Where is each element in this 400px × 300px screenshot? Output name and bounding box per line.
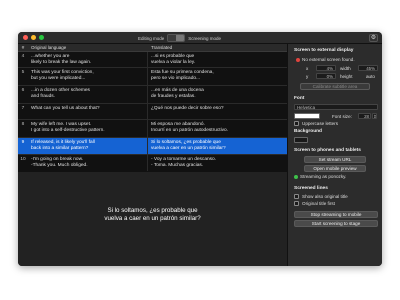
col-number-header: # — [21, 45, 25, 50]
start-screening-stage-button[interactable]: Start screening to stage — [294, 220, 378, 227]
font-color-swatch[interactable] — [294, 113, 320, 119]
minimize-window-button[interactable] — [31, 35, 36, 40]
close-window-button[interactable] — [23, 35, 28, 40]
translated-cell[interactable]: - Voy a tomarme un descanso. - Toma. Muc… — [148, 155, 287, 171]
original-cell[interactable]: -I'm going on break now. -Thank you. Muc… — [28, 155, 148, 171]
traffic-lights — [23, 35, 44, 40]
col-translated-header[interactable]: Translated — [148, 45, 287, 50]
zoom-window-button[interactable] — [39, 35, 44, 40]
title-bar: Editing mode Screening mode ⚙ — [18, 32, 382, 44]
mode-switcher: Editing mode Screening mode — [138, 34, 221, 42]
y-label: y — [306, 74, 309, 79]
calibrate-button[interactable]: Calibrate subtitle area — [300, 83, 370, 90]
width-label: width — [340, 66, 351, 71]
table-row[interactable]: 4 ...whether you are likely to break the… — [18, 52, 287, 68]
row-number: 6 — [21, 88, 25, 93]
row-number: 5 — [21, 70, 25, 75]
row-number: 10 — [20, 157, 26, 162]
row-number: 9 — [21, 140, 25, 145]
screening-sidebar: Screen to external display No external s… — [287, 44, 382, 266]
original-cell[interactable]: ...whether you are likely to break the l… — [28, 52, 148, 67]
original-cell[interactable]: My wife left me. I was upset. I got into… — [28, 120, 148, 137]
translated-cell[interactable]: Si lo soltamos, ¿es probable que vuelva … — [148, 138, 287, 154]
y-field[interactable]: 0% — [316, 73, 336, 79]
translated-cell[interactable]: Mi esposa me abandonó. Incurrí en un pat… — [148, 120, 287, 137]
row-number: 8 — [21, 122, 25, 127]
table-row[interactable]: 6 ...in a dozen other schemes and frauds… — [18, 86, 287, 104]
status-red-icon — [296, 57, 300, 62]
screening-mode-label: Screening mode — [188, 35, 222, 41]
set-stream-url-button[interactable]: Set stream URL — [304, 156, 366, 163]
gear-icon: ⚙ — [370, 35, 377, 41]
translated-cell[interactable]: ¿Qué nos puede decir sobre eso? — [148, 104, 287, 119]
editing-mode-label: Editing mode — [138, 35, 165, 41]
col-original-header[interactable]: Original language — [28, 45, 148, 50]
background-color-swatch[interactable] — [294, 137, 308, 143]
streaming-status: Streaming as ponozky. — [294, 174, 346, 179]
table-row-selected[interactable]: 9 If released, is it likely you'll fall … — [18, 138, 287, 155]
screening-mode-button[interactable] — [176, 35, 185, 41]
x-label: x — [306, 66, 309, 71]
uppercase-checkbox[interactable] — [294, 121, 299, 126]
subtitle-preview: Si lo soltamos, ¿es probable que vuelva … — [18, 172, 287, 266]
font-size-stepper[interactable]: ⇕ — [372, 113, 377, 119]
mode-toggle[interactable] — [167, 34, 186, 42]
table-row[interactable]: 7 What can you tell us about that? ¿Qué … — [18, 104, 287, 120]
original-cell[interactable]: If released, is it likely you'll fall ba… — [28, 138, 148, 154]
table-row[interactable]: 5 This was your first conviction, but yo… — [18, 68, 287, 86]
external-display-title: Screen to external display — [294, 48, 354, 53]
external-status: No external screen found. — [296, 57, 355, 62]
open-mobile-preview-button[interactable]: Open mobile preview — [304, 165, 366, 172]
original-first-checkbox[interactable] — [294, 201, 299, 206]
phones-title: Screen to phones and tablets — [294, 148, 361, 153]
status-green-icon — [294, 174, 298, 179]
height-label: height — [340, 74, 353, 79]
stop-streaming-mobile-button[interactable]: Stop streaming to mobile — [294, 211, 378, 218]
show-original-label: Show also original title — [302, 194, 348, 199]
app-window: Editing mode Screening mode ⚙ # Original… — [18, 32, 382, 266]
subtitle-table: # Original language Translated 4 ...whet… — [18, 44, 287, 172]
font-title: Font — [294, 96, 305, 101]
x-field[interactable]: 4% — [316, 65, 336, 71]
preview-text: Si lo soltamos, ¿es probable que vuelva … — [104, 207, 201, 222]
uppercase-label: Uppercase letters — [302, 121, 339, 126]
row-number: 4 — [21, 54, 25, 59]
original-cell[interactable]: What can you tell us about that? — [28, 104, 148, 119]
background-title: Background — [294, 129, 322, 134]
font-size-label: Font size: — [332, 114, 352, 119]
height-value: auto — [366, 74, 375, 79]
width-field[interactable]: 45% — [358, 65, 378, 71]
settings-button[interactable]: ⚙ — [369, 34, 378, 42]
translated-cell[interactable]: ...si es probable que vuelva a violar la… — [148, 52, 287, 67]
screened-lines-title: Screened lines — [294, 186, 328, 191]
translated-cell[interactable]: ...en más de una docena de fraudes y est… — [148, 86, 287, 103]
table-header: # Original language Translated — [18, 44, 287, 52]
table-row[interactable]: 10 -I'm going on break now. -Thank you. … — [18, 155, 287, 171]
font-size-field[interactable]: 28 — [358, 113, 371, 119]
font-family-select[interactable]: Helvetica — [294, 104, 378, 110]
original-cell[interactable]: ...in a dozen other schemes and frauds. — [28, 86, 148, 103]
original-cell[interactable]: This was your first conviction, but you … — [28, 68, 148, 85]
show-original-checkbox[interactable] — [294, 194, 299, 199]
row-number: 7 — [21, 106, 25, 111]
translated-cell[interactable]: Esta fue su primera condena, pero se vio… — [148, 68, 287, 85]
editing-mode-button[interactable] — [168, 35, 177, 41]
table-row[interactable]: 8 My wife left me. I was upset. I got in… — [18, 120, 287, 138]
original-first-label: Original title first — [302, 201, 335, 206]
